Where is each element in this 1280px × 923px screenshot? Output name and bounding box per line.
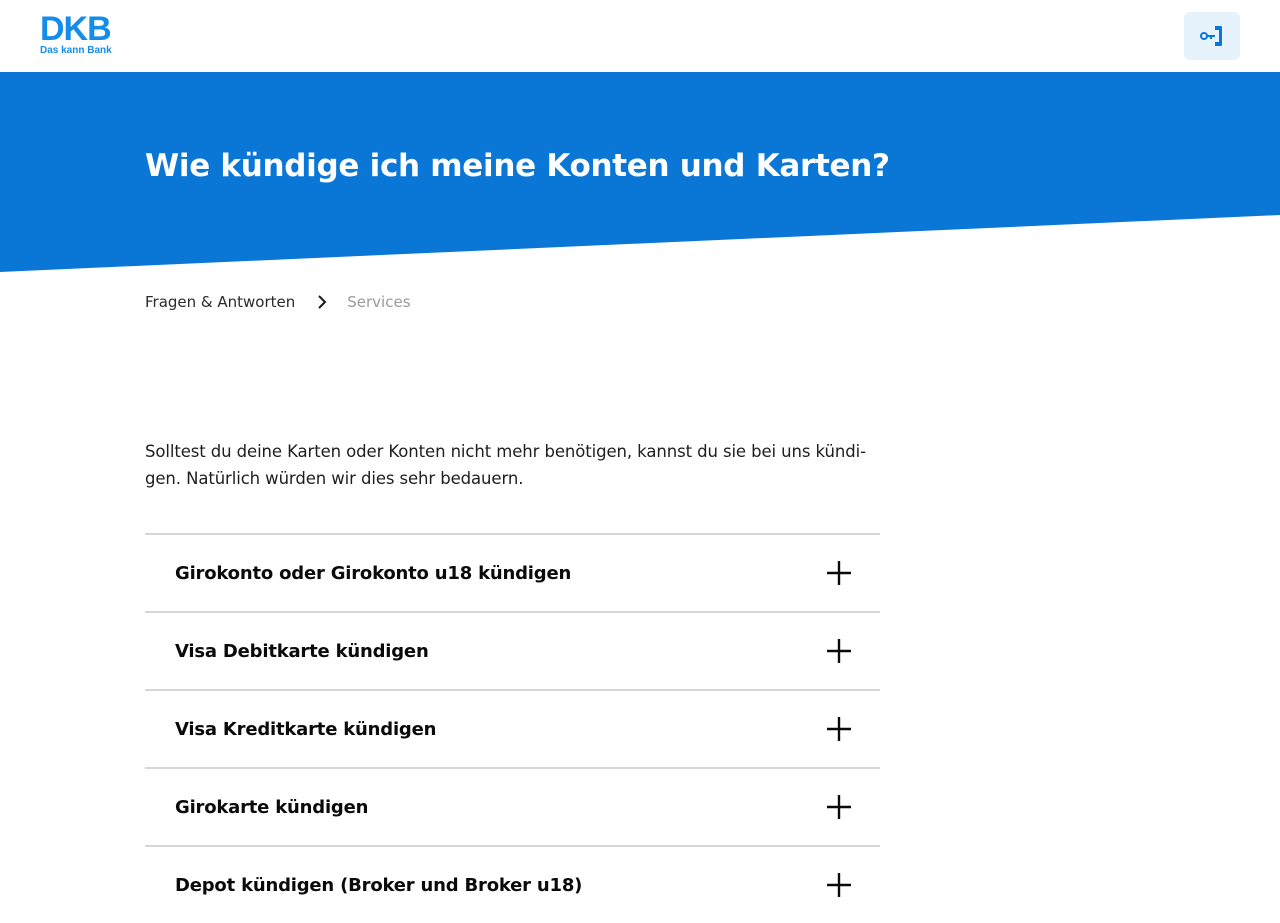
accordion-item-visa-kreditkarte[interactable]: Visa Kreditkarte kündigen — [145, 689, 880, 767]
accordion-label: Visa Kreditkarte kündigen — [175, 718, 437, 740]
accordion-item-girokarte[interactable]: Girokarte kündigen — [145, 767, 880, 845]
key-icon — [1200, 26, 1222, 46]
hero-banner: Wie kündige ich meine Konten und Karten? — [0, 72, 1280, 272]
intro-text: Solltest du deine Karten oder Konten nic… — [145, 442, 867, 488]
logo-tagline: Das kann Bank — [40, 45, 112, 56]
accordion-label: Depot kündigen (Broker und Broker u18) — [175, 874, 583, 896]
accordion-label: Girokarte kündigen — [175, 796, 369, 818]
breadcrumb-current: Services — [347, 293, 411, 311]
plus-icon — [827, 873, 851, 897]
breadcrumb-link-faq[interactable]: Fragen & Antworten — [145, 293, 295, 311]
plus-icon — [827, 561, 851, 585]
accordion-label: Visa Debitkarte kündigen — [175, 640, 429, 662]
logo-text: DKB — [40, 10, 112, 48]
page-title: Wie kündige ich meine Konten und Karten? — [145, 148, 890, 184]
accordion: Girokonto oder Girokonto u18 kündigen Vi… — [145, 533, 880, 923]
accordion-label: Girokonto oder Girokonto u18 kündigen — [175, 562, 572, 584]
login-button[interactable] — [1184, 12, 1240, 60]
accordion-item-visa-debitkarte[interactable]: Visa Debitkarte kündigen — [145, 611, 880, 689]
dkb-logo[interactable]: DKB Das kann Bank — [40, 10, 130, 57]
chevron-right-icon — [317, 294, 327, 310]
breadcrumb: Fragen & Antworten Services — [145, 290, 411, 314]
site-header: DKB Das kann Bank — [0, 0, 1280, 72]
plus-icon — [827, 795, 851, 819]
accordion-item-girokonto[interactable]: Girokonto oder Girokonto u18 kündigen — [145, 533, 880, 611]
accordion-item-depot[interactable]: Depot kündigen (Broker und Broker u18) — [145, 845, 880, 923]
plus-icon — [827, 717, 851, 741]
plus-icon — [827, 639, 851, 663]
